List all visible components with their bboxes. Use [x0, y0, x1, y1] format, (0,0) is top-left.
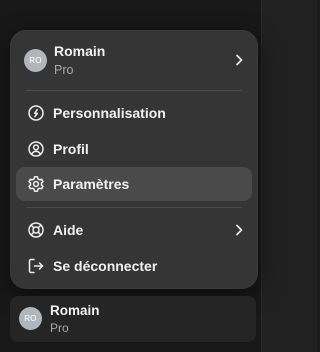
menu-item-label: Personnalisation	[53, 105, 166, 121]
account-menu: RO Romain Pro Personnalisation Profil Pa…	[10, 30, 258, 289]
user-plan: Pro	[50, 321, 69, 335]
menu-item-label: Se déconnecter	[53, 258, 158, 274]
help-lifebuoy-icon	[27, 221, 45, 239]
chevron-right-icon	[232, 53, 246, 67]
account-menu-header[interactable]: RO Romain Pro	[16, 38, 252, 82]
user-name: Romain	[50, 303, 100, 318]
menu-item-profile[interactable]: Profil	[16, 132, 252, 166]
logout-icon	[27, 257, 45, 275]
menu-item-label: Profil	[53, 141, 89, 157]
avatar: RO	[24, 49, 47, 72]
main-area	[262, 0, 317, 352]
personalization-icon	[27, 104, 45, 122]
sidebar-user-button[interactable]: RO Romain Pro	[10, 296, 256, 342]
user-plan: Pro	[54, 63, 74, 77]
chevron-right-icon	[232, 223, 246, 237]
menu-item-settings[interactable]: Paramètres	[16, 167, 252, 201]
menu-item-logout[interactable]: Se déconnecter	[16, 249, 252, 283]
menu-item-help[interactable]: Aide	[16, 213, 252, 247]
menu-item-label: Paramètres	[53, 176, 130, 192]
user-name: Romain	[54, 43, 106, 59]
menu-separator	[26, 90, 242, 91]
menu-item-personalization[interactable]: Personnalisation	[16, 96, 252, 130]
menu-item-label: Aide	[53, 222, 84, 238]
gear-icon	[27, 175, 45, 193]
profile-icon	[27, 140, 45, 158]
menu-separator	[26, 207, 242, 208]
avatar: RO	[19, 307, 42, 330]
